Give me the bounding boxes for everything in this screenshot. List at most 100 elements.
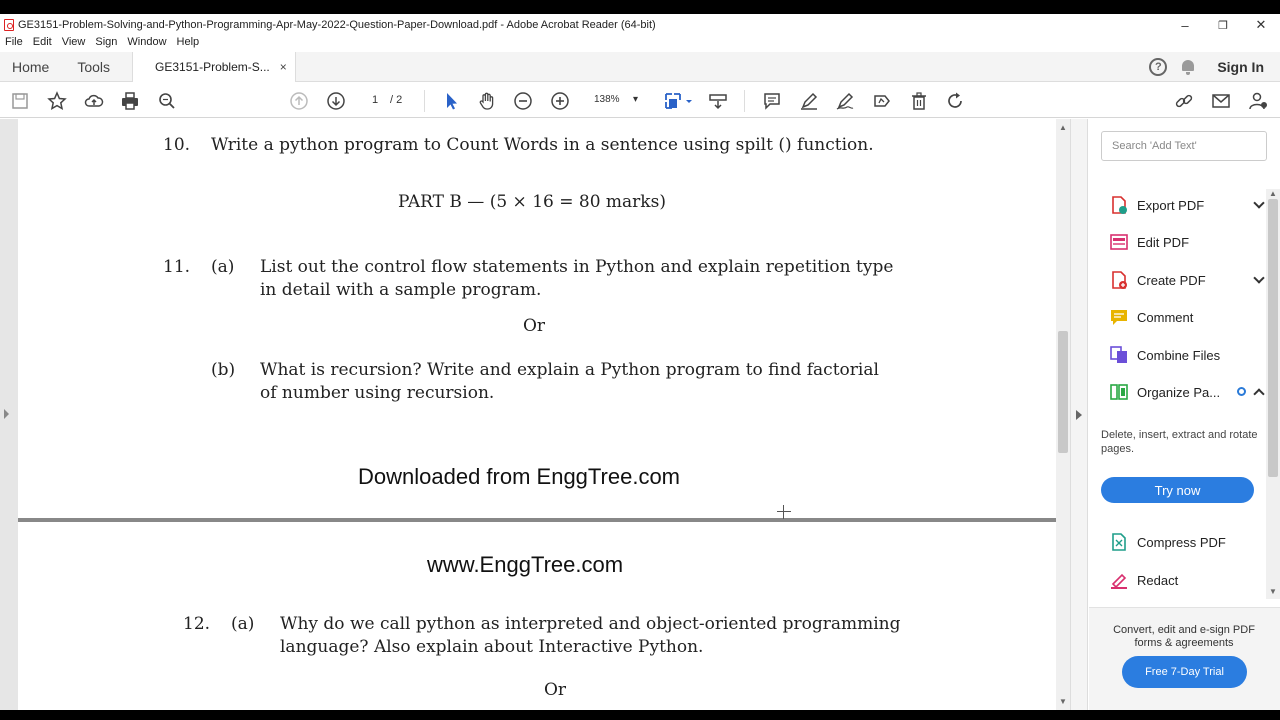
menu-file[interactable]: File: [0, 36, 28, 52]
zoom-level-select[interactable]: 138% ▾: [588, 91, 644, 109]
document-scrollbar[interactable]: ▲ ▼: [1056, 119, 1070, 710]
expand-left-pane-icon[interactable]: [4, 409, 9, 419]
acrobat-window: GE3151-Problem-Solving-and-Python-Progra…: [0, 14, 1280, 710]
next-page-icon[interactable]: [325, 90, 347, 112]
edit-pdf-icon: [1109, 232, 1129, 252]
zoom-out-icon[interactable]: [512, 90, 534, 112]
close-window-button[interactable]: ✕: [1242, 14, 1280, 36]
scroll-up-arrow-icon[interactable]: ▲: [1059, 123, 1067, 132]
delete-trash-icon[interactable]: [908, 90, 930, 112]
menu-edit[interactable]: Edit: [28, 36, 57, 52]
organize-pages-description: Delete, insert, extract and rotate pages…: [1101, 429, 1258, 455]
maximize-button[interactable]: ❐: [1204, 14, 1242, 36]
tools-pane-scrollbar-thumb[interactable]: [1268, 199, 1278, 477]
tool-combine-files[interactable]: Combine Files: [1109, 343, 1220, 367]
minimize-button[interactable]: –: [1166, 14, 1204, 36]
crosshair-cursor-icon: [777, 505, 791, 519]
menu-window[interactable]: Window: [122, 36, 171, 52]
try-now-button[interactable]: Try now: [1101, 477, 1254, 503]
free-trial-button[interactable]: Free 7-Day Trial: [1122, 656, 1247, 688]
toolbar-separator: [424, 90, 425, 112]
q11-number: 11.: [163, 257, 191, 277]
q12a-label: (a): [231, 614, 255, 634]
export-pdf-icon: [1109, 195, 1129, 215]
sign-in-button[interactable]: Sign In: [1217, 59, 1264, 75]
organize-pages-label: Organize Pa...: [1137, 384, 1221, 400]
previous-page-icon[interactable]: [288, 90, 310, 112]
zoom-search-icon[interactable]: [156, 90, 178, 112]
tool-export-pdf[interactable]: Export PDF: [1109, 193, 1265, 217]
toolbar-separator: [744, 90, 745, 112]
cloud-upload-icon[interactable]: [83, 90, 105, 112]
tools-pane: Search 'Add Text' Export PDF Edit PDF Cr…: [1089, 119, 1280, 710]
rotate-icon[interactable]: [944, 90, 966, 112]
document-view[interactable]: 10. Write a python program to Count Word…: [0, 119, 1070, 710]
menu-sign[interactable]: Sign: [90, 36, 122, 52]
email-icon[interactable]: [1210, 90, 1232, 112]
scroll-down-arrow-icon[interactable]: ▼: [1059, 697, 1067, 706]
zoom-level-value: 138%: [594, 94, 620, 105]
q11a-label: (a): [211, 257, 235, 277]
tool-compress-pdf[interactable]: Compress PDF: [1109, 530, 1226, 554]
tool-redact[interactable]: Redact: [1109, 568, 1178, 592]
print-icon[interactable]: [119, 90, 141, 112]
combine-files-label: Combine Files: [1137, 347, 1221, 363]
user-share-icon[interactable]: [1247, 90, 1269, 112]
tab-tools[interactable]: Tools: [61, 52, 122, 82]
q10-number: 10.: [163, 135, 191, 155]
tools-pane-collapse-handle[interactable]: [1070, 119, 1088, 710]
tab-bar-right: ? Sign In: [1149, 52, 1280, 82]
hand-pan-icon[interactable]: [476, 90, 498, 112]
fill-sign-icon[interactable]: [834, 90, 856, 112]
chevron-down-icon[interactable]: [1253, 197, 1265, 209]
collapse-pane-arrow-icon[interactable]: [1076, 410, 1082, 420]
panel-scroll-up-icon[interactable]: ▲: [1269, 189, 1277, 198]
tool-create-pdf[interactable]: Create PDF: [1109, 268, 1265, 292]
share-link-icon[interactable]: [1173, 90, 1195, 112]
page-fit-icon[interactable]: [662, 90, 684, 112]
tool-organize-pages[interactable]: Organize Pa...: [1109, 380, 1265, 404]
close-tab-icon[interactable]: ×: [280, 60, 287, 74]
menu-bar: File Edit View Sign Window Help: [0, 36, 204, 52]
page-total: / 2: [390, 94, 403, 106]
page-fit-caret-icon[interactable]: [684, 90, 694, 112]
menu-help[interactable]: Help: [172, 36, 205, 52]
save-icon[interactable]: [9, 90, 31, 112]
q11b-label: (b): [211, 360, 236, 380]
star-bookmark-icon[interactable]: [46, 90, 68, 112]
q11b-line-2: of number using recursion.: [260, 383, 495, 403]
document-scrollbar-thumb[interactable]: [1058, 331, 1068, 453]
page-number-input[interactable]: 1: [364, 91, 386, 109]
tool-comment[interactable]: Comment: [1109, 305, 1193, 329]
q12a-line-2: language? Also explain about Interactive…: [280, 637, 704, 657]
tab-document[interactable]: GE3151-Problem-S... ×: [132, 51, 296, 82]
organize-pages-icon: [1109, 382, 1129, 402]
tab-home[interactable]: Home: [0, 52, 61, 82]
notifications-bell-icon[interactable]: [1181, 59, 1195, 75]
website-header: www.EnggTree.com: [427, 552, 624, 577]
create-pdf-icon: [1109, 270, 1129, 290]
chevron-down-icon[interactable]: [1253, 272, 1265, 284]
send-sign-icon[interactable]: [871, 90, 893, 112]
pdf-page-2: www.EnggTree.com 12. (a) Why do we call …: [18, 522, 1056, 710]
tools-search-input[interactable]: Search 'Add Text': [1101, 131, 1267, 161]
help-icon[interactable]: ?: [1149, 58, 1168, 76]
menu-view[interactable]: View: [57, 36, 91, 52]
panel-promo-footer: Convert, edit and e-sign PDF forms & agr…: [1089, 607, 1280, 710]
toolbar: 1 / 2 138% ▾: [0, 82, 1280, 118]
highlight-pen-icon[interactable]: [798, 90, 820, 112]
select-cursor-icon[interactable]: [440, 90, 462, 112]
tool-edit-pdf[interactable]: Edit PDF: [1109, 230, 1189, 254]
panel-scroll-down-icon[interactable]: ▼: [1269, 587, 1277, 596]
tools-pane-scrollbar[interactable]: ▲ ▼: [1266, 189, 1280, 599]
document-tab-label: GE3151-Problem-S...: [155, 59, 270, 74]
combine-files-icon: [1109, 345, 1129, 365]
q12a-line-1: Why do we call python as interpreted and…: [280, 614, 901, 634]
part-b-heading: PART B — (5 × 16 = 80 marks): [398, 192, 666, 212]
zoom-in-icon[interactable]: [549, 90, 571, 112]
create-pdf-label: Create PDF: [1137, 272, 1206, 288]
chevron-up-icon[interactable]: [1253, 388, 1265, 400]
comment-icon[interactable]: [761, 90, 783, 112]
scroll-mode-icon[interactable]: [707, 90, 729, 112]
export-pdf-label: Export PDF: [1137, 197, 1205, 213]
